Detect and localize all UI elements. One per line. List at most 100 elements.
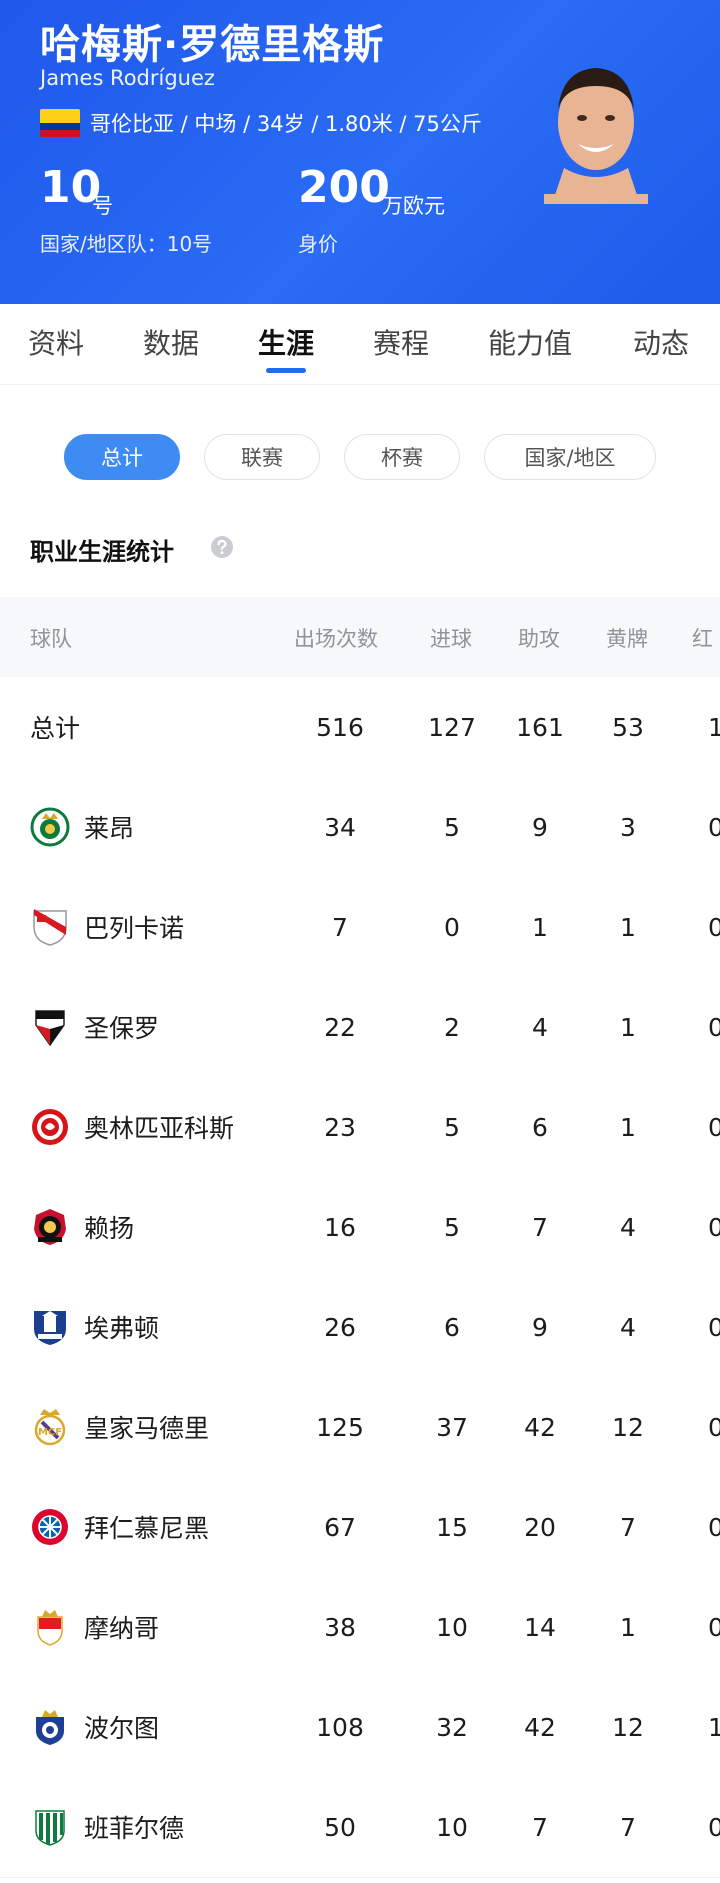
goals-value: 32 [436, 1712, 468, 1742]
filter-total[interactable]: 总计 [64, 434, 180, 480]
colombia-flag-icon [40, 109, 80, 137]
assists-value: 9 [532, 812, 548, 842]
table-row[interactable]: 波尔图 108 32 42 12 1 [0, 1677, 720, 1778]
leon-logo-icon [30, 807, 70, 847]
player-meta-text: 哥伦比亚 / 中场 / 34岁 / 1.80米 / 75公斤 [90, 112, 482, 136]
goals-value: 15 [436, 1512, 468, 1542]
team-name: 圣保罗 [84, 1014, 160, 1043]
yellow-value: 1 [620, 1012, 636, 1042]
apps-value: 7 [332, 912, 348, 942]
bayern-munich-logo-icon [32, 1509, 68, 1545]
assists-value: 42 [524, 1712, 556, 1742]
player-name-cn: 哈梅斯·罗德里格斯 [40, 22, 385, 68]
table-row[interactable]: 圣保罗 22 2 4 1 0 [0, 977, 720, 1078]
apps-value: 22 [324, 1012, 356, 1042]
red-value: 0 [708, 1612, 720, 1642]
apps-value: 125 [316, 1412, 364, 1442]
table-row[interactable]: 奥林匹亚科斯 23 5 6 1 0 [0, 1077, 720, 1178]
tab-bar: 资料 数据 生涯 赛程 能力值 动态 [0, 304, 720, 385]
tab-ability[interactable]: 能力值 [488, 322, 572, 362]
apps-value: 50 [324, 1812, 356, 1842]
table-row[interactable]: 莱昂 34 5 9 3 0 [0, 777, 720, 878]
goals-value: 10 [436, 1612, 468, 1642]
goals-value: 5 [444, 1112, 460, 1142]
assists-value: 6 [532, 1112, 548, 1142]
goals-value: 5 [444, 1212, 460, 1242]
assists-value: 7 [532, 1212, 548, 1242]
yellow-value: 7 [620, 1812, 636, 1842]
yellow-value: 53 [612, 712, 644, 742]
tab-schedule[interactable]: 赛程 [373, 322, 429, 362]
goals-value: 5 [444, 812, 460, 842]
yellow-value: 12 [612, 1712, 644, 1742]
help-icon[interactable] [210, 535, 234, 559]
team-name: 巴列卡诺 [84, 914, 185, 943]
olympiacos-logo-icon [32, 1109, 68, 1145]
red-value: 0 [708, 1312, 720, 1342]
team-name: 奥林匹亚科斯 [84, 1114, 235, 1143]
red-value: 0 [708, 812, 720, 842]
filter-national[interactable]: 国家/地区 [484, 434, 656, 480]
yellow-value: 3 [620, 812, 636, 842]
apps-value: 38 [324, 1612, 356, 1642]
apps-value: 516 [316, 712, 364, 742]
header-assists: 助攻 [518, 627, 560, 651]
red-value: 0 [708, 1212, 720, 1242]
player-meta: 哥伦比亚 / 中场 / 34岁 / 1.80米 / 75公斤 [40, 108, 482, 138]
table-row[interactable]: 班菲尔德 50 10 7 7 0 [0, 1777, 720, 1878]
yellow-value: 4 [620, 1312, 636, 1342]
assists-value: 42 [524, 1412, 556, 1442]
goals-value: 0 [444, 912, 460, 942]
monaco-logo-icon [37, 1610, 63, 1646]
market-value-unit: 万欧元 [382, 194, 445, 218]
player-name-en: James Rodríguez [40, 66, 215, 90]
team-name: 班菲尔德 [84, 1814, 185, 1843]
tab-news[interactable]: 动态 [633, 322, 689, 362]
real-madrid-logo-icon: MCF [34, 1409, 66, 1446]
team-name: 拜仁慕尼黑 [84, 1514, 210, 1543]
yellow-value: 7 [620, 1512, 636, 1542]
assists-value: 9 [532, 1312, 548, 1342]
everton-logo-icon [34, 1311, 66, 1345]
yellow-value: 1 [620, 1112, 636, 1142]
team-name: 摩纳哥 [84, 1614, 160, 1643]
market-value-label: 身价 [298, 232, 338, 256]
tab-profile[interactable]: 资料 [28, 322, 84, 362]
red-value: 0 [708, 1512, 720, 1542]
player-header: 哈梅斯·罗德里格斯 James Rodríguez 哥伦比亚 / 中场 / 34… [0, 0, 720, 304]
filter-cup[interactable]: 杯赛 [344, 434, 460, 480]
table-row[interactable]: 埃弗顿 26 6 9 4 0 [0, 1277, 720, 1378]
assists-value: 20 [524, 1512, 556, 1542]
red-value: 0 [708, 1112, 720, 1142]
table-row[interactable]: MCF 皇家马德里 125 37 42 12 0 [0, 1377, 720, 1478]
yellow-value: 1 [620, 1612, 636, 1642]
assists-value: 7 [532, 1812, 548, 1842]
team-name: 埃弗顿 [84, 1314, 160, 1343]
tab-data[interactable]: 数据 [143, 322, 199, 362]
table-row-total[interactable]: 总计 516 127 161 53 1 [0, 677, 720, 778]
table-row[interactable]: 巴列卡诺 7 0 1 1 0 [0, 877, 720, 978]
apps-value: 34 [324, 812, 356, 842]
table-row[interactable]: 赖扬 16 5 7 4 0 [0, 1177, 720, 1278]
red-value: 0 [708, 1812, 720, 1842]
assists-value: 4 [532, 1012, 548, 1042]
header-yellow: 黄牌 [606, 627, 648, 651]
team-name: 赖扬 [84, 1214, 135, 1243]
table-row[interactable]: 摩纳哥 38 10 14 1 0 [0, 1577, 720, 1678]
table-row[interactable]: 拜仁慕尼黑 67 15 20 7 0 [0, 1477, 720, 1578]
table-header: 球队 出场次数 进球 助攻 黄牌 红 [0, 597, 720, 677]
goals-value: 127 [428, 712, 476, 742]
goals-value: 6 [444, 1312, 460, 1342]
market-value: 200 [298, 162, 390, 213]
banfield-logo-icon [35, 1810, 65, 1846]
red-value: 1 [708, 712, 720, 742]
header-red: 红 [692, 627, 713, 651]
goals-value: 2 [444, 1012, 460, 1042]
header-goals: 进球 [430, 627, 472, 651]
apps-value: 67 [324, 1512, 356, 1542]
tab-career[interactable]: 生涯 [258, 322, 314, 362]
apps-value: 108 [316, 1712, 364, 1742]
yellow-value: 12 [612, 1412, 644, 1442]
team-name: 波尔图 [84, 1714, 160, 1743]
filter-league[interactable]: 联赛 [204, 434, 320, 480]
